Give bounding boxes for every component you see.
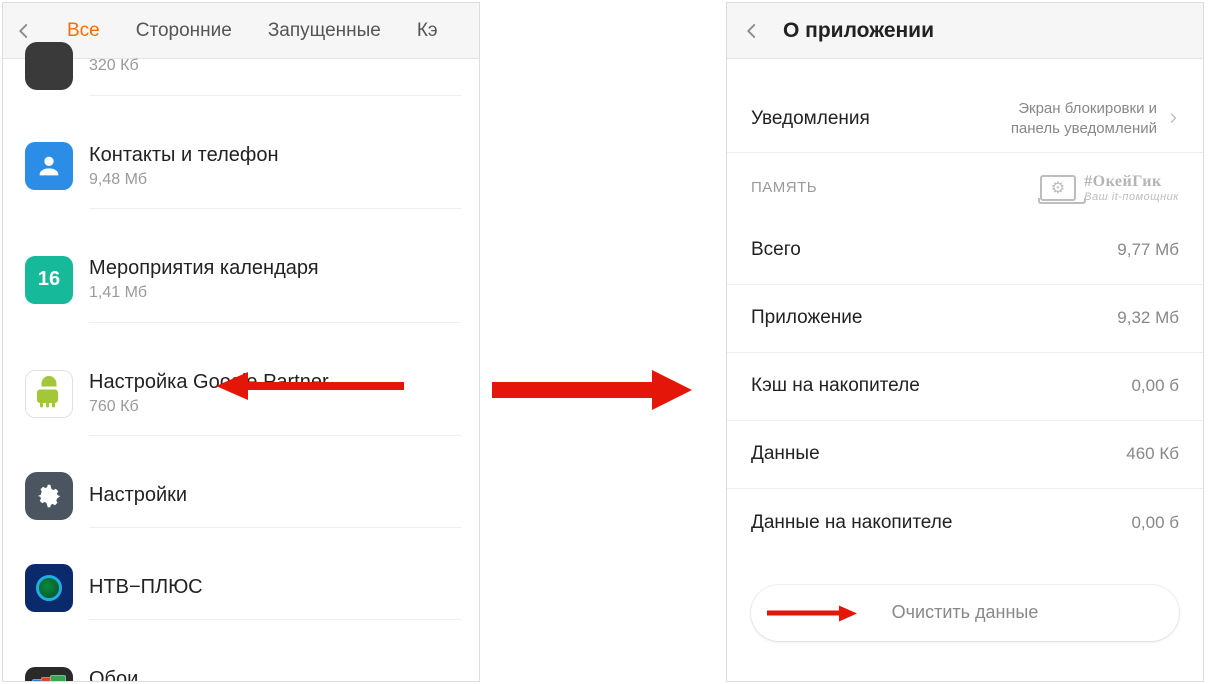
row-app[interactable]: Приложение 9,32 Мб xyxy=(727,285,1203,353)
row-label: Кэш на накопителе xyxy=(751,375,920,397)
app-row-contacts[interactable]: Контакты и телефон 9,48 Мб xyxy=(3,110,479,224)
row-total[interactable]: Всего 9,77 Мб xyxy=(727,217,1203,285)
notifications-label: Уведомления xyxy=(751,108,870,130)
annotation-arrow-right-icon xyxy=(492,370,702,410)
ntv-icon xyxy=(25,564,73,612)
chevron-right-icon xyxy=(1167,106,1179,132)
laptop-icon xyxy=(1040,175,1076,201)
screen-applications-list: Все Сторонние Запущенные Кэ 320 Кб Конта… xyxy=(2,2,480,682)
row-label: Данные xyxy=(751,443,820,465)
clear-button-label: Очистить данные xyxy=(892,602,1039,623)
back-icon[interactable] xyxy=(743,18,777,44)
app-size: 9,48 Мб xyxy=(89,169,461,191)
app-row-wallpaper[interactable]: Обои 33,39 Мб xyxy=(3,634,479,682)
row-data-storage[interactable]: Данные на накопителе 0,00 б xyxy=(727,489,1203,557)
wallpaper-icon xyxy=(25,667,73,682)
app-title: Обои xyxy=(89,666,461,682)
row-value: 0,00 б xyxy=(1131,513,1179,533)
calendar-icon: 16 xyxy=(25,256,73,304)
header: О приложении xyxy=(727,3,1203,59)
row-label: Данные на накопителе xyxy=(751,512,952,534)
row-label: Всего xyxy=(751,239,801,261)
app-title: Контакты и телефон xyxy=(89,142,461,169)
screen-app-info: О приложении Уведомления Экран блокировк… xyxy=(726,2,1204,682)
annotation-arrow-icon xyxy=(767,602,857,623)
row-cache[interactable]: Кэш на накопителе 0,00 б xyxy=(727,353,1203,421)
contacts-icon xyxy=(25,142,73,190)
row-value: 0,00 б xyxy=(1131,376,1179,396)
notifications-value: Экран блокировки и панель уведомлений xyxy=(1011,99,1157,138)
gear-icon xyxy=(25,472,73,520)
app-row-settings[interactable]: Настройки xyxy=(3,450,479,542)
annotation-arrow-left-icon xyxy=(216,370,406,400)
app-title: Мероприятия календаря xyxy=(89,255,461,282)
row-value: 460 Кб xyxy=(1126,444,1179,464)
row-data[interactable]: Данные 460 Кб xyxy=(727,421,1203,489)
android-icon xyxy=(25,370,73,418)
app-size: 1,41 Мб xyxy=(89,282,461,304)
section-memory: ПАМЯТЬ #ОкейГик Ваш it-помощник xyxy=(727,153,1203,217)
page-title: О приложении xyxy=(783,19,934,43)
row-value: 9,32 Мб xyxy=(1117,308,1179,328)
row-value: 9,77 Мб xyxy=(1117,240,1179,260)
app-row-calendar[interactable]: 16 Мероприятия календаря 1,41 Мб xyxy=(3,223,479,337)
app-title: НТВ−ПЛЮС xyxy=(89,574,461,601)
row-notifications[interactable]: Уведомления Экран блокировки и панель ув… xyxy=(727,85,1203,153)
app-icon xyxy=(25,42,73,90)
back-icon[interactable] xyxy=(15,18,49,44)
row-label: Приложение xyxy=(751,307,862,329)
watermark: #ОкейГик Ваш it-помощник xyxy=(1040,173,1179,203)
app-size: 320 Кб xyxy=(89,55,461,77)
clear-data-button[interactable]: Очистить данные xyxy=(751,585,1179,641)
app-title: Настройки xyxy=(89,482,461,509)
app-row-ntv[interactable]: НТВ−ПЛЮС xyxy=(3,542,479,634)
apps-list: 320 Кб Контакты и телефон 9,48 Мб 16 Мер… xyxy=(3,23,479,682)
